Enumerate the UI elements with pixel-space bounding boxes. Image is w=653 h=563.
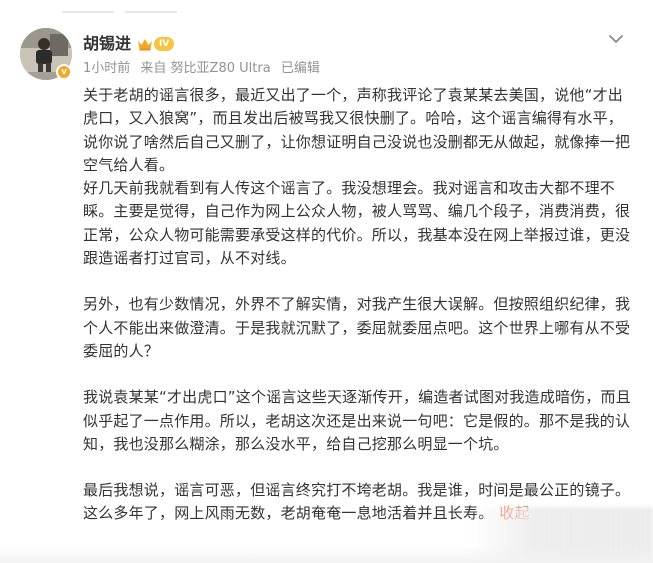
top-tab-strip bbox=[0, 0, 653, 14]
top-tab-indicator bbox=[125, 11, 177, 13]
verified-badge-icon: v bbox=[56, 64, 72, 80]
post-paragraph: 好几天前我就看到有人传这个谣言了。我没想理会。我对谣言和攻击大都不理不睬。主要是… bbox=[83, 179, 631, 268]
edited-label[interactable]: 已编辑 bbox=[281, 61, 320, 76]
post-paragraph: 关于老胡的谣言很多，最近又出了一个，声称我评论了袁某某去美国，说他“才出虎口，又… bbox=[83, 86, 631, 174]
author-row: 胡锡进 IV bbox=[83, 33, 175, 55]
bottom-fade bbox=[0, 546, 653, 563]
post-paragraph: 另外，也有少数情况，外界不了解实情，对我产生很大误解。但按照组织纪律，我个人不能… bbox=[83, 295, 631, 360]
post-meta: 1小时前 来自 努比亚Z80 Ultra 已编辑 bbox=[83, 60, 326, 78]
weibo-post-card: v 胡锡进 IV 1小时前 来自 努比亚Z80 Ultra 已编辑 关于老胡的谣… bbox=[0, 0, 653, 563]
chevron-down-icon[interactable] bbox=[606, 31, 626, 47]
crown-icon bbox=[138, 39, 153, 51]
top-tab-indicator bbox=[62, 11, 114, 13]
post-time[interactable]: 1小时前 bbox=[83, 61, 130, 76]
post-source: 来自 努比亚Z80 Ultra bbox=[140, 61, 271, 76]
level-badge: IV bbox=[154, 37, 175, 51]
post-paragraph: 我说袁某某“才出虎口”这个谣言这些天逐渐传开，编造者试图对我造成暗伤，而且似乎起… bbox=[83, 388, 631, 453]
author-name[interactable]: 胡锡进 bbox=[83, 33, 131, 55]
post-body: 关于老胡的谣言很多，最近又出了一个，声称我评论了袁某某去美国，说他“才出虎口，又… bbox=[83, 84, 633, 526]
